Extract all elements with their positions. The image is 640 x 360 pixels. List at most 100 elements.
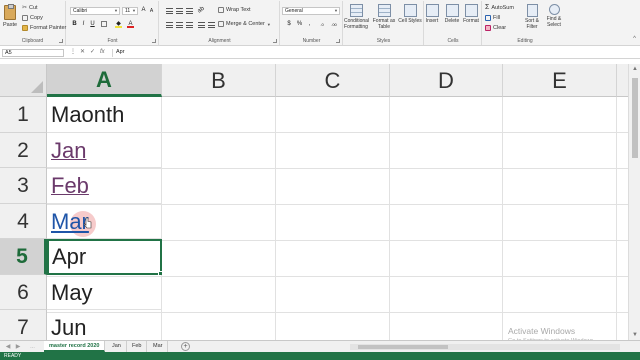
decrease-decimal-icon[interactable]: .00 <box>329 21 339 28</box>
sheet-tab-mar[interactable]: Mar <box>148 341 169 352</box>
scroll-up-icon[interactable]: ▲ <box>629 64 640 74</box>
format-as-table-button[interactable]: Format as Table <box>372 4 396 30</box>
copy-button[interactable]: Copy <box>22 15 43 21</box>
format-label: Format <box>463 18 479 24</box>
wrap-text-label: Wrap Text <box>226 7 251 13</box>
alignment-launcher-icon[interactable] <box>273 39 277 43</box>
cell-a2[interactable]: Jan <box>47 133 162 168</box>
column-header-a[interactable]: A <box>47 64 162 97</box>
row-header-6[interactable]: 6 <box>0 275 47 310</box>
column-header-d[interactable]: D <box>390 64 503 97</box>
insert-button[interactable]: Insert <box>422 4 442 25</box>
sheet-tab-feb[interactable]: Feb <box>127 341 148 352</box>
align-center-icon[interactable] <box>176 22 183 28</box>
autosum-button[interactable]: Σ AutoSum <box>485 4 514 11</box>
underline-icon[interactable]: U <box>89 21 96 28</box>
cut-button[interactable]: ✂ Cut <box>22 5 38 11</box>
cancel-icon[interactable]: ✕ <box>80 48 85 57</box>
italic-icon[interactable]: I <box>80 21 87 28</box>
horizontal-scroll-thumb[interactable] <box>358 345 448 349</box>
cell-styles-icon <box>403 4 417 17</box>
fill-down-icon <box>485 15 491 21</box>
cell-a4[interactable]: Mar <box>47 204 162 239</box>
number-launcher-icon[interactable] <box>336 39 340 43</box>
watermark-title: Activate Windows <box>508 326 576 336</box>
align-right-icon[interactable] <box>186 22 193 28</box>
row-header-3[interactable]: 3 <box>0 168 47 204</box>
paste-icon[interactable] <box>4 4 16 20</box>
sheet-tab-master-record[interactable]: master record 2020 <box>44 341 106 352</box>
shrink-font-icon[interactable]: A <box>148 8 155 15</box>
column-header-c[interactable]: C <box>276 64 390 97</box>
row-header-7[interactable]: 7 <box>0 310 47 340</box>
clipboard-launcher-icon[interactable] <box>59 39 63 43</box>
currency-icon[interactable]: $ <box>284 21 294 28</box>
paste-button-label[interactable]: Paste <box>3 22 17 28</box>
next-sheet-icon[interactable]: ▶ <box>14 343 22 351</box>
format-cells-button[interactable]: Format <box>461 4 481 25</box>
cell-a3[interactable]: Feb <box>47 168 162 204</box>
cell-styles-button[interactable]: Cell Styles <box>398 4 422 25</box>
magnifier-icon <box>548 4 560 15</box>
alignment-group: ab Wrap Text Merge & Center ▼ Alignment <box>160 1 280 45</box>
merge-center-button[interactable]: Merge & Center ▼ <box>218 21 271 27</box>
column-header-b[interactable]: B <box>162 64 276 97</box>
font-launcher-icon[interactable] <box>152 39 156 43</box>
percent-icon[interactable]: % <box>296 21 303 28</box>
clear-button[interactable]: Clear <box>485 25 506 31</box>
wrap-text-button[interactable]: Wrap Text <box>218 7 251 13</box>
worksheet-grid: A B C D E 1 2 3 4 5 6 7 Maonth Jan Feb M… <box>0 64 628 340</box>
scroll-down-icon[interactable]: ▼ <box>629 330 640 340</box>
format-painter-label: Format Painter <box>30 25 67 31</box>
more-options-icon[interactable]: ⋮ <box>70 48 76 57</box>
collapse-ribbon-icon[interactable]: ^ <box>633 36 636 42</box>
font-name-combo[interactable]: Calibri ▼ <box>70 7 120 15</box>
vertical-scrollbar[interactable]: ▲ ▼ <box>628 64 640 340</box>
name-box[interactable]: A5 <box>2 49 64 57</box>
row-header-4[interactable]: 4 <box>0 204 47 239</box>
sheet-tab-jan[interactable]: Jan <box>107 341 127 352</box>
increase-decimal-icon[interactable]: .0 <box>317 21 327 28</box>
delete-button[interactable]: Delete <box>442 4 462 25</box>
number-format-combo[interactable]: General ▼ <box>282 7 340 15</box>
select-all-button[interactable] <box>0 64 47 97</box>
comma-style-icon[interactable]: , <box>306 21 313 28</box>
align-left-icon[interactable] <box>166 22 173 28</box>
increase-indent-icon[interactable] <box>208 22 215 28</box>
cell-a5[interactable]: Apr <box>47 239 162 275</box>
horizontal-scrollbar[interactable] <box>350 344 620 350</box>
align-bottom-icon[interactable] <box>186 8 193 14</box>
align-top-icon[interactable] <box>166 8 173 14</box>
fill-button[interactable]: Fill <box>485 15 500 21</box>
cell-a7[interactable]: Jun <box>47 310 162 340</box>
align-middle-icon[interactable] <box>176 8 183 14</box>
insert-function-icon[interactable]: fx <box>100 48 105 57</box>
grow-font-icon[interactable]: A <box>140 7 147 14</box>
status-text: READY <box>4 353 22 359</box>
scroll-thumb[interactable] <box>632 78 638 158</box>
bold-icon[interactable]: B <box>71 21 78 28</box>
row-header-5[interactable]: 5 <box>0 239 47 275</box>
row-header-1[interactable]: 1 <box>0 97 47 133</box>
font-size-combo[interactable]: 11 ▼ <box>122 7 138 15</box>
column-header-partial[interactable] <box>617 64 628 97</box>
formula-input[interactable]: Apr <box>112 49 636 57</box>
copy-label: Copy <box>30 15 43 21</box>
sort-filter-button[interactable]: Sort & Filter <box>521 4 543 30</box>
decrease-indent-icon[interactable] <box>198 22 205 28</box>
more-sheets-icon[interactable]: … <box>30 344 35 350</box>
font-color-icon[interactable]: A <box>127 21 134 28</box>
add-sheet-icon[interactable]: + <box>181 342 190 351</box>
cell-a6[interactable]: May <box>47 275 162 310</box>
row-header-2[interactable]: 2 <box>0 133 47 168</box>
conditional-formatting-button[interactable]: Conditional Formatting <box>344 4 369 30</box>
fill-color-icon[interactable]: ◆ <box>115 21 122 28</box>
previous-sheet-icon[interactable]: ◀ <box>4 343 12 351</box>
format-painter-button[interactable]: Format Painter <box>22 25 66 31</box>
borders-icon[interactable] <box>101 21 107 27</box>
find-select-button[interactable]: Find & Select <box>542 4 566 28</box>
cell-a1[interactable]: Maonth <box>47 97 162 133</box>
enter-icon[interactable]: ✓ <box>90 48 95 57</box>
orientation-icon[interactable]: ab <box>197 6 207 16</box>
column-header-e[interactable]: E <box>503 64 617 97</box>
